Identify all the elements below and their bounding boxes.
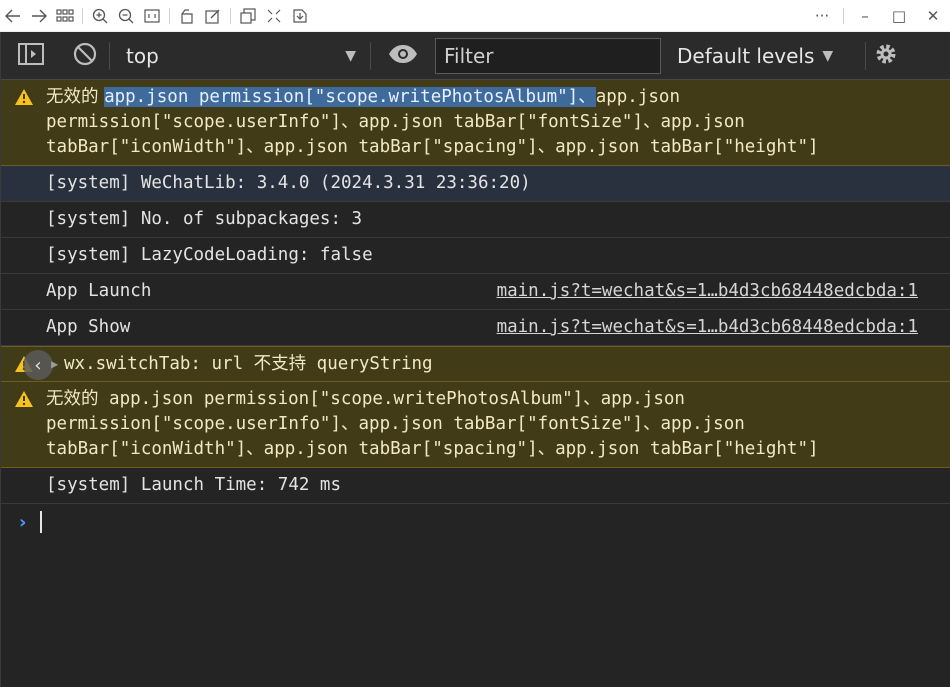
console-warning[interactable]: 无效的 app.json permission["scope.writePhot… bbox=[1, 80, 950, 166]
sidebar-toggle-icon bbox=[18, 42, 44, 69]
source-link[interactable]: main.js?t=wechat&s=1…b4d3cb68448edcbda:1 bbox=[497, 315, 918, 340]
arrow-left-icon[interactable] bbox=[0, 4, 26, 28]
warning-line: permission["scope.userInfo"]、app.json ta… bbox=[46, 414, 745, 434]
filter-input[interactable]: Filter bbox=[435, 37, 661, 74]
toolbar-separator bbox=[169, 7, 170, 24]
zoom-in-icon[interactable] bbox=[87, 4, 113, 28]
log-text: [system] Launch Time: 742 ms bbox=[46, 475, 342, 495]
context-selector[interactable]: top ▼ bbox=[110, 32, 370, 80]
console-prompt[interactable]: › bbox=[1, 504, 950, 540]
clear-console-button[interactable] bbox=[61, 32, 109, 80]
log-levels-dropdown[interactable]: Default levels ▼ bbox=[661, 44, 861, 68]
caret-down-icon: ▼ bbox=[345, 47, 356, 64]
log-row[interactable]: [system] Launch Time: 742 ms bbox=[1, 468, 950, 504]
console-toolbar: top ▼ Filter Default levels ▼ bbox=[1, 32, 950, 80]
console-messages: 无效的 app.json permission["scope.writePhot… bbox=[1, 80, 950, 540]
more-icon[interactable]: ··· bbox=[805, 4, 839, 28]
console-warning[interactable]: ‹ ▶ wx.switchTab: url 不支持 queryString bbox=[1, 346, 950, 382]
console-warning[interactable]: 无效的 app.json permission["scope.writePhot… bbox=[1, 382, 950, 468]
minimize-icon[interactable]: – bbox=[848, 4, 882, 28]
log-row[interactable]: [system] No. of subpackages: 3 bbox=[1, 202, 950, 238]
zoom-out-icon[interactable] bbox=[113, 4, 139, 28]
close-icon[interactable]: ✕ bbox=[916, 4, 950, 28]
save-icon[interactable] bbox=[287, 4, 313, 28]
log-text: [system] LazyCodeLoading: false bbox=[46, 245, 373, 265]
toolbar-separator bbox=[230, 7, 231, 24]
eye-icon bbox=[388, 44, 418, 68]
expand-triangle-icon[interactable]: ▶ bbox=[51, 352, 58, 377]
warning-line: 无效的 app.json permission["scope.writePhot… bbox=[46, 389, 685, 409]
selected-text: app.json permission["scope.writePhotosAl… bbox=[104, 87, 596, 107]
log-row[interactable]: App Launch main.js?t=wechat&s=1…b4d3cb68… bbox=[1, 274, 950, 310]
settings-button[interactable] bbox=[866, 32, 906, 80]
gear-icon bbox=[874, 42, 898, 70]
live-expression-button[interactable] bbox=[371, 32, 435, 80]
copy-icon[interactable] bbox=[235, 4, 261, 28]
warning-prefix: 无效的 bbox=[46, 87, 105, 107]
text-caret bbox=[40, 511, 43, 533]
sidebar-toggle-button[interactable] bbox=[1, 32, 61, 80]
log-row[interactable]: [system] LazyCodeLoading: false bbox=[1, 238, 950, 274]
prompt-chevron-icon: › bbox=[19, 511, 27, 533]
warning-line: tabBar["iconWidth"]、app.json tabBar["spa… bbox=[46, 137, 819, 157]
log-text: [system] WeChatLib: 3.4.0 (2024.3.31 23:… bbox=[46, 173, 531, 193]
toolbar-separator bbox=[843, 8, 844, 24]
arrow-right-icon[interactable] bbox=[26, 4, 52, 28]
warning-line: 无效的 app.json permission["scope.writePhot… bbox=[46, 85, 930, 110]
warning-icon bbox=[14, 88, 34, 106]
devtools-panel: top ▼ Filter Default levels ▼ 无效的 app.js… bbox=[0, 32, 950, 687]
grid-icon[interactable] bbox=[52, 4, 78, 28]
warning-line: permission["scope.userInfo"]、app.json ta… bbox=[46, 112, 745, 132]
collapse-icon[interactable]: ‹ bbox=[23, 350, 53, 380]
context-label: top bbox=[126, 43, 159, 68]
rotate-icon[interactable] bbox=[174, 4, 200, 28]
toolbar-separator bbox=[82, 7, 83, 24]
log-text: [system] No. of subpackages: 3 bbox=[46, 209, 363, 229]
levels-label: Default levels bbox=[677, 43, 815, 68]
clear-icon bbox=[73, 42, 97, 70]
compress-icon[interactable] bbox=[261, 4, 287, 28]
log-row[interactable]: App Show main.js?t=wechat&s=1…b4d3cb6844… bbox=[1, 310, 950, 346]
fit-icon[interactable] bbox=[139, 4, 165, 28]
edit-icon[interactable] bbox=[200, 4, 226, 28]
warning-icon bbox=[14, 390, 34, 408]
window-toolbar: ··· – □ ✕ bbox=[0, 0, 950, 32]
log-row[interactable]: [system] WeChatLib: 3.4.0 (2024.3.31 23:… bbox=[1, 166, 950, 202]
warning-text: app.json bbox=[595, 87, 680, 107]
filter-placeholder: Filter bbox=[444, 43, 494, 68]
warning-text: wx.switchTab: url 不支持 queryString bbox=[64, 353, 433, 374]
caret-down-icon: ▼ bbox=[822, 47, 834, 64]
source-link[interactable]: main.js?t=wechat&s=1…b4d3cb68448edcbda:1 bbox=[497, 279, 918, 304]
warning-line: tabBar["iconWidth"]、app.json tabBar["spa… bbox=[46, 439, 819, 459]
maximize-icon[interactable]: □ bbox=[882, 4, 916, 28]
